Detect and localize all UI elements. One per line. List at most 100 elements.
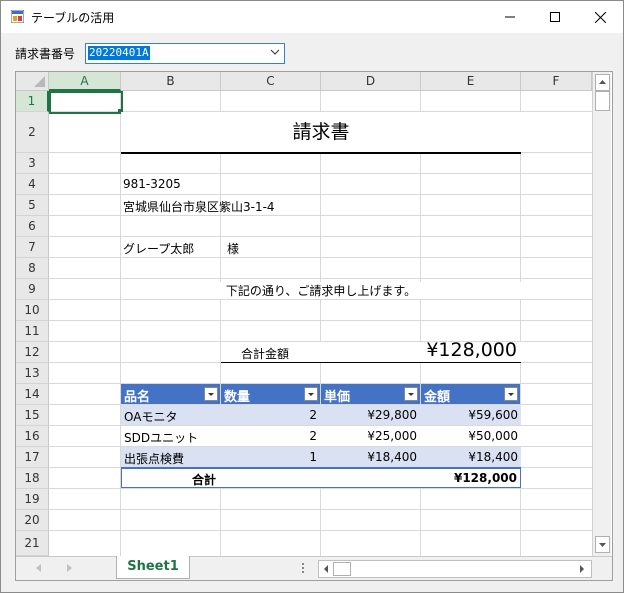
vertical-scrollbar[interactable] <box>592 72 611 556</box>
row-header-21[interactable]: 21 <box>16 531 49 556</box>
filter-button-qty[interactable] <box>304 387 318 401</box>
greeting-message: 下記の通り、ご請求申し上げます。 <box>121 282 521 299</box>
item-qty: 2 <box>309 408 317 422</box>
row-header-9[interactable]: 9 <box>16 279 49 300</box>
app-icon <box>11 10 24 23</box>
gridline <box>49 173 592 174</box>
gridline <box>49 509 592 510</box>
gridline <box>49 194 592 195</box>
row-header-1[interactable]: 1 <box>16 91 49 112</box>
hscroll-thumb[interactable] <box>333 562 351 576</box>
table-header-price-label: 単価 <box>324 390 351 405</box>
row-header-15[interactable]: 15 <box>16 405 49 426</box>
row-header-5[interactable]: 5 <box>16 195 49 216</box>
postal-code: 981-3205 <box>123 177 181 191</box>
dropdown-arrow-icon <box>508 393 514 396</box>
gridline <box>49 320 592 321</box>
table-total-label: 合計 <box>191 473 216 487</box>
address: 宮城県仙台市泉区紫山3-1-4 <box>123 200 275 214</box>
item-name: 出張点検費 <box>124 452 185 466</box>
gridline <box>49 299 592 300</box>
column-header-a[interactable]: A <box>49 72 121 91</box>
column-header-f[interactable]: F <box>521 72 592 91</box>
close-button[interactable] <box>577 1 623 33</box>
column-header-e[interactable]: E <box>421 72 521 91</box>
dropdown-arrow-icon <box>408 393 414 396</box>
table-header-qty[interactable]: 数量 <box>221 384 320 405</box>
row-header-20[interactable]: 20 <box>16 510 49 531</box>
select-all-corner[interactable] <box>16 72 49 91</box>
spreadsheet[interactable]: A B C D E F 1 2 3 4 5 6 7 8 9 10 11 12 1… <box>15 71 613 581</box>
row-header-12[interactable]: 12 <box>16 342 49 363</box>
row-header-3[interactable]: 3 <box>16 153 49 174</box>
item-price: ¥18,400 <box>367 450 417 464</box>
row-header-19[interactable]: 19 <box>16 489 49 510</box>
row-header-10[interactable]: 10 <box>16 300 49 321</box>
arrow-right-icon[interactable] <box>577 563 587 575</box>
row-header-18[interactable]: 18 <box>16 468 49 489</box>
gridline <box>49 257 592 258</box>
table-header-amount[interactable]: 金額 <box>421 384 520 405</box>
item-amount: ¥50,000 <box>468 429 518 443</box>
honorific: 様 <box>227 242 240 256</box>
arrow-down-icon <box>599 543 606 547</box>
row-header-8[interactable]: 8 <box>16 258 49 279</box>
row-header-6[interactable]: 6 <box>16 216 49 237</box>
row-header-4[interactable]: 4 <box>16 174 49 195</box>
table-header-name-label: 品名 <box>124 390 151 405</box>
customer-name: グレープ太郎 <box>123 242 195 256</box>
chevron-down-icon[interactable] <box>270 45 280 59</box>
active-cell-a1[interactable] <box>49 91 123 114</box>
splitter-handle-icon[interactable] <box>300 562 306 574</box>
row-header-7[interactable]: 7 <box>16 237 49 258</box>
table-row: OAモニタ 2 ¥29,800 ¥59,600 <box>121 405 521 425</box>
filter-button-name[interactable] <box>204 387 218 401</box>
table-header-price[interactable]: 単価 <box>321 384 420 405</box>
table-header-qty-label: 数量 <box>224 390 251 405</box>
invoice-number-combobox[interactable]: 20220401A <box>85 43 285 64</box>
table-header-name[interactable]: 品名 <box>121 384 220 405</box>
row-header-13[interactable]: 13 <box>16 363 49 384</box>
minimize-button[interactable] <box>487 1 533 33</box>
minimize-icon <box>505 16 515 18</box>
corner-triangle-icon <box>34 76 45 87</box>
row-header-11[interactable]: 11 <box>16 321 49 342</box>
arrow-up-icon <box>599 80 606 84</box>
row-header-17[interactable]: 17 <box>16 447 49 468</box>
scroll-up-button[interactable] <box>595 74 610 91</box>
gridline <box>49 530 592 531</box>
column-header-c[interactable]: C <box>221 72 321 91</box>
dropdown-arrow-icon <box>208 393 214 396</box>
title-bar: テーブルの活用 <box>1 1 623 33</box>
maximize-icon <box>550 12 560 22</box>
table-header-amount-label: 金額 <box>424 390 451 405</box>
tab-sheet1[interactable]: Sheet1 <box>116 556 190 579</box>
item-price: ¥25,000 <box>367 429 417 443</box>
gridline <box>49 488 592 489</box>
filter-button-price[interactable] <box>404 387 418 401</box>
filter-button-amount[interactable] <box>504 387 518 401</box>
sheet-tab-bar: Sheet1 <box>16 556 612 580</box>
horizontal-scrollbar[interactable] <box>318 560 592 578</box>
gridline <box>49 278 592 279</box>
row-header-14[interactable]: 14 <box>16 384 49 405</box>
arrow-left-icon[interactable] <box>321 563 331 575</box>
item-amount: ¥59,600 <box>468 408 518 422</box>
column-header-b[interactable]: B <box>121 72 221 91</box>
maximize-button[interactable] <box>532 1 578 33</box>
invoice-number-label: 請求書番号 <box>15 47 76 61</box>
total-amount-label: 合計金額 <box>241 347 290 361</box>
row-header-2[interactable]: 2 <box>16 112 49 153</box>
table-total-value: ¥128,000 <box>453 471 517 485</box>
column-header-d[interactable]: D <box>321 72 421 91</box>
row-header-16[interactable]: 16 <box>16 426 49 447</box>
invoice-title: 請求書 <box>121 112 521 154</box>
tab-scroll-right-icon[interactable] <box>64 563 74 573</box>
item-qty: 2 <box>309 429 317 443</box>
close-icon <box>594 11 606 23</box>
item-name: OAモニタ <box>124 410 178 424</box>
invoice-number-value[interactable]: 20220401A <box>88 46 150 60</box>
scroll-down-button[interactable] <box>595 536 610 553</box>
scroll-thumb[interactable] <box>595 91 610 111</box>
tab-scroll-left-icon[interactable] <box>34 563 44 573</box>
